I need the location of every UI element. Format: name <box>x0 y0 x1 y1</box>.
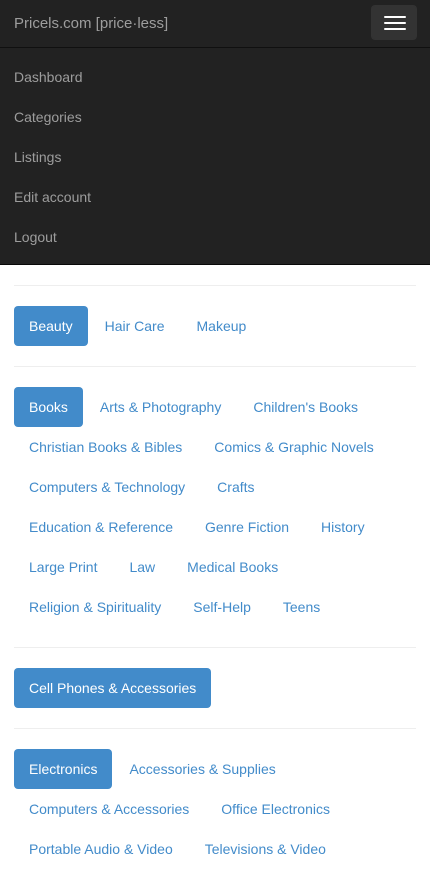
nav-item-edit-account[interactable]: Edit account <box>0 177 430 217</box>
nav-menu: Dashboard Categories Listings Edit accou… <box>0 57 430 257</box>
subcategory-religion-and-spirituality-link[interactable]: Religion & Spirituality <box>14 587 176 627</box>
subcategory-children-s-books-link[interactable]: Children's Books <box>238 387 373 427</box>
subcategory-computers-and-accessories-link[interactable]: Computers & Accessories <box>14 789 204 829</box>
subcategory-crafts-link[interactable]: Crafts <box>202 467 269 507</box>
category-beauty-pill[interactable]: Beauty <box>14 306 88 346</box>
nav-item-logout[interactable]: Logout <box>0 217 430 257</box>
subcategory-makeup-link[interactable]: Makeup <box>182 306 262 346</box>
hamburger-icon <box>384 28 406 30</box>
category-pill-list: Electronics Accessories & Supplies Compute… <box>14 749 416 869</box>
hamburger-icon <box>384 22 406 24</box>
subcategory-history-link[interactable]: History <box>306 507 380 547</box>
nav-item-categories[interactable]: Categories <box>0 97 430 137</box>
subcategory-office-electronics-link[interactable]: Office Electronics <box>206 789 345 829</box>
category-electronics-pill[interactable]: Electronics <box>14 749 113 789</box>
subcategory-arts-and-photography-link[interactable]: Arts & Photography <box>85 387 236 427</box>
category-list: Beauty Hair Care Makeup Books Arts & Photogr… <box>14 285 416 885</box>
subcategory-televisions-and-video-link[interactable]: Televisions & Video <box>190 829 341 869</box>
subcategory-large-print-link[interactable]: Large Print <box>14 547 112 587</box>
subcategory-education-and-reference-link[interactable]: Education & Reference <box>14 507 188 547</box>
category-pill-list: Beauty Hair Care Makeup <box>14 306 416 346</box>
subcategory-hair-care-link[interactable]: Hair Care <box>90 306 180 346</box>
subcategory-teens-link[interactable]: Teens <box>268 587 335 627</box>
subcategory-computers-and-technology-link[interactable]: Computers & Technology <box>14 467 200 507</box>
hamburger-icon <box>384 16 406 18</box>
category-books-pill[interactable]: Books <box>14 387 83 427</box>
category-group-beauty: Beauty Hair Care Makeup <box>14 286 416 366</box>
category-group-books: Books Arts & Photography Children's Books C… <box>14 367 416 647</box>
subcategory-self-help-link[interactable]: Self-Help <box>178 587 266 627</box>
category-pill-list: Books Arts & Photography Children's Books C… <box>14 387 416 627</box>
subcategory-christian-books-and-bibles-link[interactable]: Christian Books & Bibles <box>14 427 197 467</box>
category-group-electronics: Electronics Accessories & Supplies Compute… <box>14 729 416 885</box>
category-pill-list: Cell Phones & Accessories <box>14 668 416 708</box>
navbar-header: Pricels.com [price·less] <box>0 0 430 48</box>
navbar: Pricels.com [price·less] Dashboard Categ… <box>0 0 430 265</box>
subcategory-medical-books-link[interactable]: Medical Books <box>172 547 293 587</box>
menu-toggle-button[interactable] <box>371 5 417 40</box>
subcategory-accessories-and-supplies-link[interactable]: Accessories & Supplies <box>114 749 290 789</box>
nav-item-dashboard[interactable]: Dashboard <box>0 57 430 97</box>
category-cell-phones-and-accessories-pill[interactable]: Cell Phones & Accessories <box>14 668 212 708</box>
subcategory-comics-and-graphic-novels-link[interactable]: Comics & Graphic Novels <box>199 427 389 467</box>
brand-link[interactable]: Pricels.com [price·less] <box>14 15 168 33</box>
category-group-cell-phones-and-accessories: Cell Phones & Accessories <box>14 648 416 728</box>
nav-item-listings[interactable]: Listings <box>0 137 430 177</box>
subcategory-genre-fiction-link[interactable]: Genre Fiction <box>190 507 304 547</box>
subcategory-portable-audio-and-video-link[interactable]: Portable Audio & Video <box>14 829 188 869</box>
subcategory-law-link[interactable]: Law <box>114 547 170 587</box>
